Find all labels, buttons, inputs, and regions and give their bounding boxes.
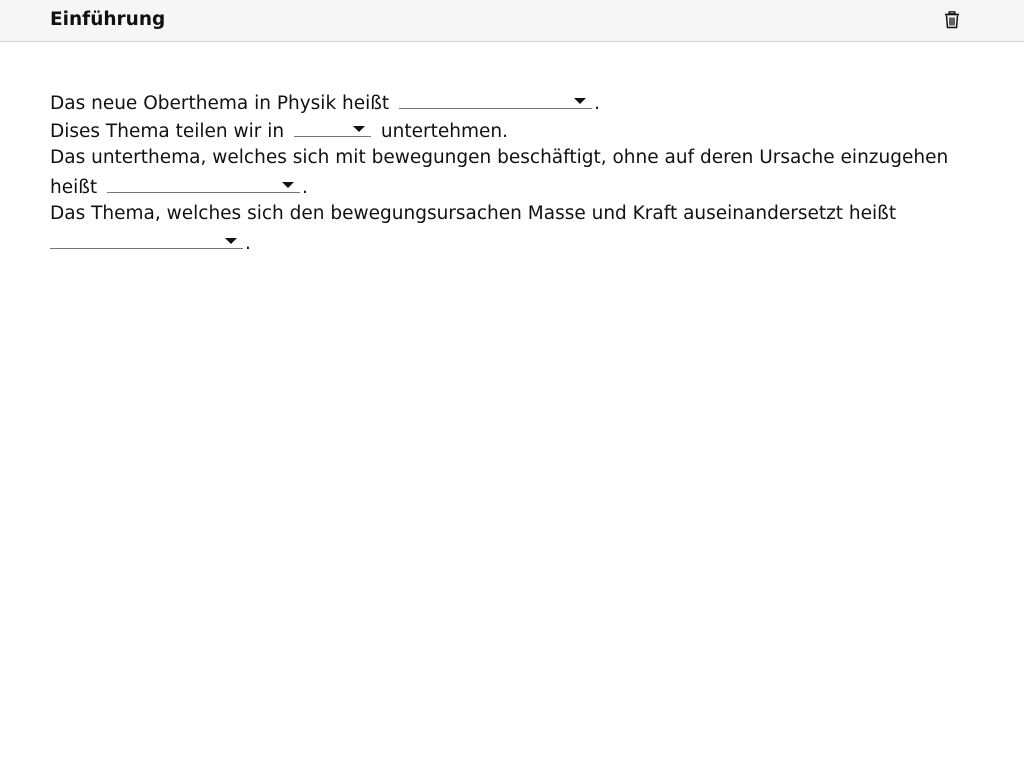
question-text: Das neue Oberthema in Physik heißt — [50, 93, 390, 114]
chevron-down-icon — [225, 238, 237, 244]
quiz-line: . — [50, 228, 980, 256]
header-bar: Einführung — [0, 0, 1024, 42]
quiz-line: Dises Thema teilen wir in untertehmen. — [50, 116, 980, 144]
answer-dropdown-3[interactable] — [107, 172, 301, 193]
answer-dropdown-1[interactable] — [399, 88, 593, 109]
sentence-end: . — [302, 177, 308, 198]
question-text: untertehmen. — [380, 121, 508, 142]
answer-dropdown-2[interactable] — [294, 116, 371, 137]
question-text: Dises Thema teilen wir in — [50, 121, 285, 142]
quiz-text: Das neue Oberthema in Physik heißt . Dis… — [50, 88, 980, 256]
quiz-line: Das neue Oberthema in Physik heißt . — [50, 88, 980, 116]
trash-icon — [945, 11, 959, 29]
chevron-down-icon — [282, 182, 295, 188]
quiz-line: Das unterthema, welches sich mit bewegun… — [50, 144, 980, 172]
answer-dropdown-4[interactable] — [50, 228, 243, 249]
sentence-end: . — [594, 93, 600, 114]
chevron-down-icon — [353, 126, 365, 132]
quiz-line: heißt . — [50, 172, 980, 200]
page-title: Einführung — [50, 9, 166, 30]
delete-button[interactable] — [942, 10, 962, 30]
chevron-down-icon — [574, 98, 587, 104]
sentence-end: . — [245, 233, 251, 254]
question-text: heißt — [50, 177, 98, 198]
question-text: Das Thema, welches sich den bewegungsurs… — [50, 203, 897, 224]
question-text: Das unterthema, welches sich mit bewegun… — [50, 147, 949, 168]
quiz-line: Das Thema, welches sich den bewegungsurs… — [50, 200, 980, 228]
